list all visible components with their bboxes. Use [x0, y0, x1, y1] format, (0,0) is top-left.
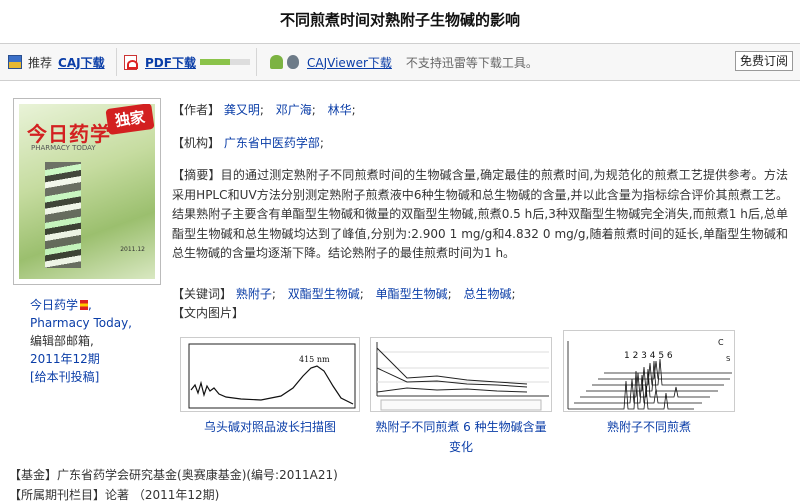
pdf-download-link[interactable]: PDF下载 [145, 54, 196, 71]
svg-text:415 nm: 415 nm [299, 355, 330, 364]
figure-2-thumbnail[interactable] [370, 337, 552, 412]
svg-text:S: S [726, 355, 731, 363]
submit-link[interactable]: [给本刊投稿] [30, 368, 160, 386]
issue-link[interactable]: 2011年12期 [30, 350, 160, 368]
viewer-download-group: CAJViewer下载 不支持迅雷等下载工具。 [270, 44, 538, 80]
keywords-row: 【关键词】 熟附子; 双酯型生物碱; 单酯型生物碱; 总生物碱; [172, 287, 516, 301]
pdf-download-group: PDF下载 [124, 44, 250, 80]
journal-name-link[interactable]: 今日药学, [30, 296, 160, 314]
china-flag-icon [80, 300, 89, 310]
keyword-link[interactable]: 双酯型生物碱 [288, 287, 360, 301]
svg-text:C: C [718, 338, 724, 347]
svg-text:1 2 3 4 5 6: 1 2 3 4 5 6 [624, 351, 673, 361]
journal-en-link[interactable]: Pharmacy Today, [30, 314, 160, 332]
no-thunder-note: 不支持迅雷等下载工具。 [405, 55, 538, 70]
abstract-block: 【摘要】目的通过测定熟附子不同煎煮时间的生物碱含量,确定最佳的煎煮时间,为规范化… [172, 166, 788, 264]
toolbar-divider [116, 48, 117, 76]
keyword-link[interactable]: 单酯型生物碱 [376, 287, 448, 301]
author-link[interactable]: 邓广海 [276, 103, 312, 117]
chromatogram-plot: 1 2 3 4 5 6 C S [567, 338, 732, 410]
keywords-label: 【关键词】 [172, 287, 233, 301]
android-icon [270, 55, 283, 69]
author-link[interactable]: 林华 [328, 103, 352, 117]
figure-2-caption[interactable]: 熟附子不同煎煮 6 种生物碱含量变化 [370, 417, 552, 457]
journal-info: 今日药学, Pharmacy Today, 编辑部邮箱, 2011年12期 [给… [30, 296, 160, 386]
caj-download-group: 推荐 CAJ下载 [8, 44, 105, 80]
content-line-chart [376, 342, 549, 411]
abstract-label: 【摘要】 [172, 168, 221, 182]
pdf-progress-bar [199, 59, 250, 65]
page-title: 不同煎煮时间对熟附子生物碱的影响 [279, 11, 520, 29]
cover-date: 2011.12 [120, 246, 145, 253]
authors-label: 【作者】 [172, 103, 221, 117]
authors-row: 【作者】 龚又明; 邓广海; 林华; [172, 103, 356, 117]
column-row: 【所属期刊栏目】论著 （2011年12期) [9, 486, 219, 504]
journal-cover[interactable]: 今日药学 PHARMACY TODAY 独家 2011.12 [13, 98, 161, 285]
cover-journal-name: 今日药学 [27, 122, 111, 146]
cajviewer-download-link[interactable]: CAJViewer下载 [307, 54, 392, 71]
fund-value: 广东省药学会研究基金(奥赛康基金)(编号:2011A21) [57, 468, 338, 482]
column-label: 【所属期刊栏目】 [9, 488, 106, 502]
fund-row: 【基金】广东省药学会研究基金(奥赛康基金)(编号:2011A21) [9, 466, 338, 484]
exclusive-badge: 独家 [105, 104, 155, 136]
download-toolbar: 推荐 CAJ下载 PDF下载 CAJViewer下载 不支持迅雷等下载工具。 免… [0, 43, 800, 81]
cover-subtitle: PHARMACY TODAY [31, 144, 96, 152]
cover-image: 今日药学 PHARMACY TODAY 独家 2011.12 [19, 104, 155, 279]
pdf-file-icon [124, 54, 138, 70]
free-subscribe-button[interactable]: 免费订阅 [735, 51, 794, 71]
figure-3-caption[interactable]: 熟附子不同煎煮 [563, 417, 735, 437]
keyword-link[interactable]: 熟附子 [236, 287, 272, 301]
keyword-link[interactable]: 总生物碱 [464, 287, 512, 301]
figures-label: 【文内图片】 [172, 306, 245, 320]
spectrum-plot: 415 nm [188, 343, 356, 409]
abstract-text: 目的通过测定熟附子不同煎煮时间的生物碱含量,确定最佳的煎煮时间,为规范化的煎煮工… [172, 168, 788, 260]
caj-download-link[interactable]: CAJ下载 [58, 54, 105, 71]
column-value: 论著 （2011年12期) [105, 488, 220, 502]
caj-book-icon [8, 55, 22, 69]
figure-1-thumbnail[interactable]: 415 nm [180, 337, 360, 412]
institution-row: 【机构】 广东省中医药学部; [172, 136, 324, 150]
institution-label: 【机构】 [172, 136, 221, 150]
author-link[interactable]: 龚又明 [224, 103, 260, 117]
cover-art [45, 162, 81, 268]
pdf-progress-fill [199, 59, 230, 65]
toolbar-divider [256, 48, 257, 76]
figure-1-caption[interactable]: 乌头碱对照品波长扫描图 [180, 417, 360, 437]
apple-icon [287, 55, 299, 69]
recommend-label: 推荐 [28, 55, 53, 70]
figure-3-thumbnail[interactable]: 1 2 3 4 5 6 C S [563, 330, 735, 412]
editor-email-label: 编辑部邮箱, [30, 334, 94, 348]
institution-link[interactable]: 广东省中医药学部 [224, 136, 320, 150]
figures-label-row: 【文内图片】 [172, 304, 244, 323]
fund-label: 【基金】 [9, 468, 58, 482]
